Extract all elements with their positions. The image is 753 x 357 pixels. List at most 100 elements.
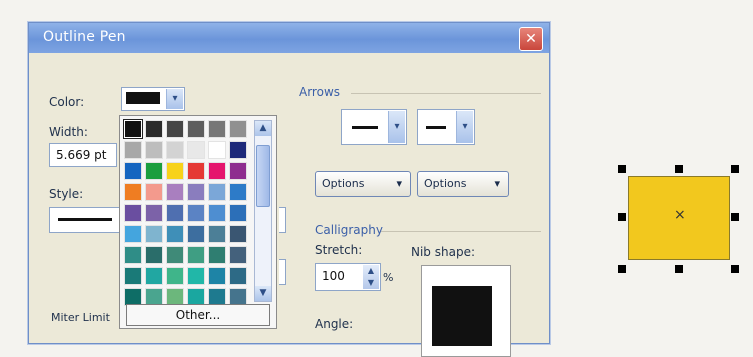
color-label: Color: [49, 95, 85, 109]
color-swatch[interactable] [145, 204, 163, 222]
color-dropdown-arrow[interactable]: ▾ [166, 89, 183, 109]
color-dropdown[interactable]: ▾ [121, 87, 185, 111]
start-arrow-options-button[interactable]: Options ▾ [315, 171, 411, 197]
color-palette-popup: ▲ ▼ Other... [119, 115, 277, 329]
palette-scrollbar[interactable]: ▲ ▼ [254, 120, 272, 302]
scroll-thumb[interactable] [256, 145, 270, 207]
nib-shape-square [432, 286, 492, 346]
color-swatch[interactable] [187, 204, 205, 222]
color-swatch[interactable] [166, 267, 184, 285]
width-value: 5.669 pt [56, 148, 107, 162]
color-swatch[interactable] [166, 141, 184, 159]
selected-rectangle[interactable]: × [628, 176, 730, 260]
color-swatch[interactable] [187, 267, 205, 285]
color-swatch[interactable] [166, 246, 184, 264]
color-swatch[interactable] [166, 204, 184, 222]
color-swatch[interactable] [187, 162, 205, 180]
color-swatch[interactable] [208, 183, 226, 201]
calligraphy-label: Calligraphy [315, 223, 383, 237]
color-swatch[interactable] [208, 225, 226, 243]
width-input[interactable]: 5.669 pt [49, 143, 117, 167]
handle-bottom-right[interactable] [731, 265, 739, 273]
calligraphy-group-line [381, 231, 541, 232]
color-swatch[interactable] [229, 141, 247, 159]
color-swatch[interactable] [145, 183, 163, 201]
start-arrow-dropdown-arrow[interactable]: ▾ [388, 111, 405, 143]
end-arrow-options-button[interactable]: Options ▾ [417, 171, 509, 197]
color-swatch[interactable] [229, 246, 247, 264]
end-arrow-dropdown[interactable]: ▾ [417, 109, 475, 145]
color-swatch-grid [123, 119, 252, 306]
scroll-down-icon[interactable]: ▼ [255, 286, 271, 301]
color-swatch[interactable] [229, 183, 247, 201]
color-swatch[interactable] [166, 120, 184, 138]
color-swatch[interactable] [187, 225, 205, 243]
color-swatch[interactable] [124, 141, 142, 159]
color-swatch[interactable] [166, 225, 184, 243]
other-color-button[interactable]: Other... [126, 304, 270, 326]
options-right-label: Options [424, 177, 467, 190]
nib-shape-preview[interactable] [421, 265, 511, 357]
handle-top-center[interactable] [675, 165, 683, 173]
color-swatch[interactable] [124, 267, 142, 285]
color-swatch[interactable] [123, 119, 143, 139]
color-swatch[interactable] [208, 120, 226, 138]
nib-shape-label: Nib shape: [411, 245, 475, 259]
style-dropdown[interactable] [49, 207, 121, 233]
start-arrow-dropdown[interactable]: ▾ [341, 109, 407, 145]
color-swatch[interactable] [208, 246, 226, 264]
style-label: Style: [49, 187, 84, 201]
color-swatch[interactable] [208, 162, 226, 180]
options-right-arrow-icon: ▾ [494, 177, 500, 190]
stretch-value: 100 [322, 269, 345, 283]
color-preview-swatch [126, 92, 160, 104]
color-swatch[interactable] [124, 246, 142, 264]
color-swatch[interactable] [229, 204, 247, 222]
start-arrow-line [352, 126, 378, 129]
stretch-input[interactable]: 100 ▲ ▼ [315, 263, 381, 291]
color-swatch[interactable] [208, 204, 226, 222]
handle-bottom-left[interactable] [618, 265, 626, 273]
close-icon: ✕ [525, 31, 537, 47]
stretch-label: Stretch: [315, 243, 363, 257]
color-swatch[interactable] [124, 162, 142, 180]
handle-middle-left[interactable] [618, 213, 626, 221]
handle-top-left[interactable] [618, 165, 626, 173]
scroll-up-icon[interactable]: ▲ [255, 121, 271, 136]
color-swatch[interactable] [229, 267, 247, 285]
angle-label: Angle: [315, 317, 354, 331]
color-swatch[interactable] [145, 267, 163, 285]
stretch-spinner[interactable]: ▲ ▼ [363, 265, 379, 289]
color-swatch[interactable] [166, 183, 184, 201]
dialog-titlebar[interactable]: Outline Pen ✕ [29, 23, 549, 53]
color-swatch[interactable] [229, 225, 247, 243]
color-swatch[interactable] [145, 246, 163, 264]
close-button[interactable]: ✕ [519, 27, 543, 51]
color-swatch[interactable] [187, 141, 205, 159]
color-swatch[interactable] [145, 120, 163, 138]
color-swatch[interactable] [208, 141, 226, 159]
color-swatch[interactable] [124, 183, 142, 201]
color-swatch[interactable] [208, 267, 226, 285]
handle-middle-right[interactable] [731, 213, 739, 221]
color-swatch[interactable] [166, 162, 184, 180]
color-swatch[interactable] [124, 204, 142, 222]
color-swatch[interactable] [229, 120, 247, 138]
end-arrow-line [426, 126, 446, 129]
style-line-preview [58, 218, 112, 221]
style-dropdown-edge [279, 207, 286, 233]
options-left-label: Options [322, 177, 365, 190]
color-swatch[interactable] [145, 141, 163, 159]
handle-top-right[interactable] [731, 165, 739, 173]
color-swatch[interactable] [229, 162, 247, 180]
color-swatch[interactable] [124, 225, 142, 243]
handle-bottom-center[interactable] [675, 265, 683, 273]
color-swatch[interactable] [187, 183, 205, 201]
color-swatch[interactable] [187, 120, 205, 138]
color-swatch[interactable] [145, 162, 163, 180]
arrows-label: Arrows [299, 85, 341, 99]
color-swatch[interactable] [145, 225, 163, 243]
color-swatch[interactable] [187, 246, 205, 264]
arrows-group-line [351, 93, 541, 94]
end-arrow-dropdown-arrow[interactable]: ▾ [456, 111, 473, 143]
